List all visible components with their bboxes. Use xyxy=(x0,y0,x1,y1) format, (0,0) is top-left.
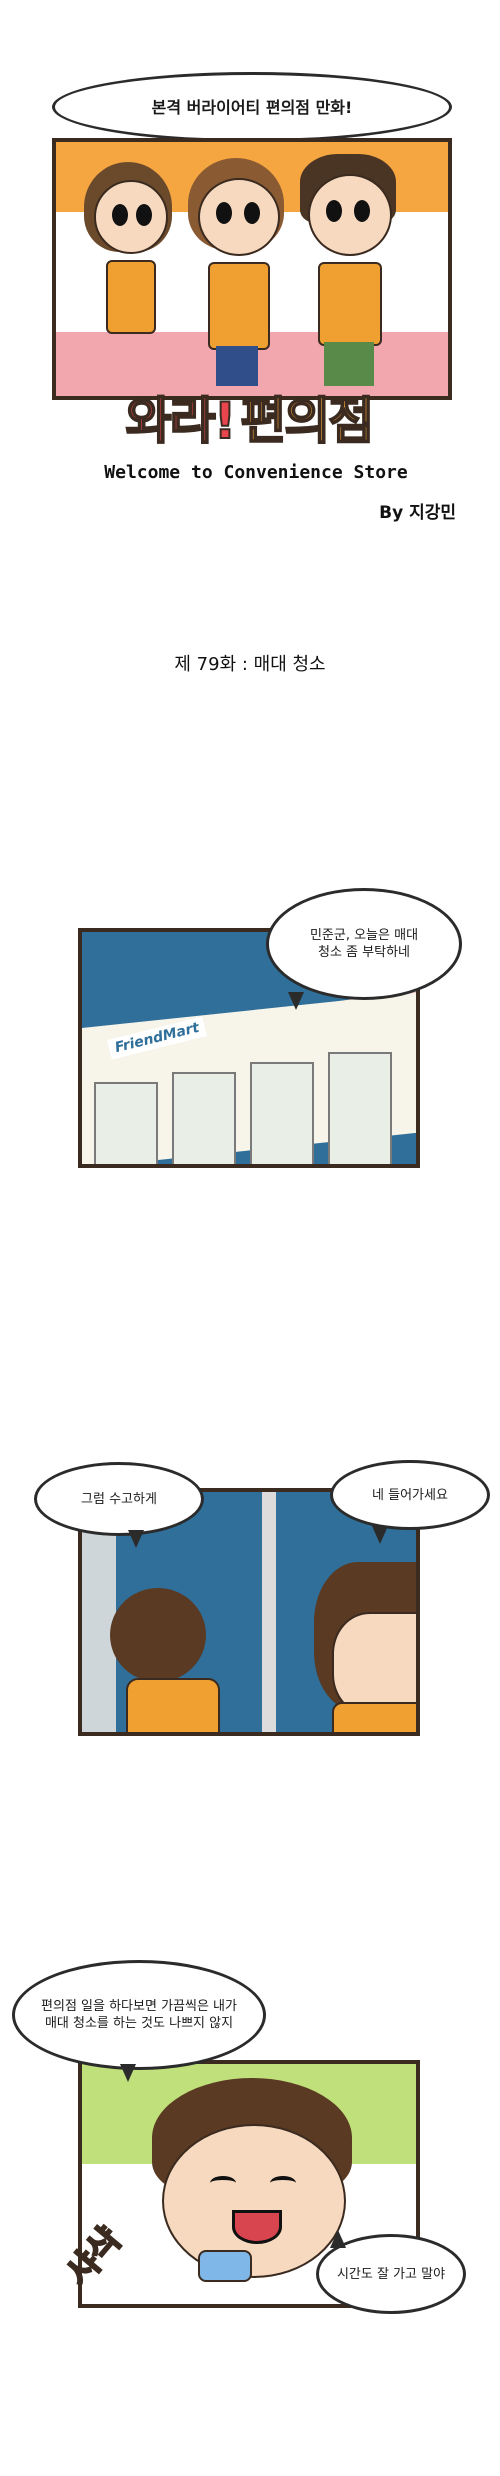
smiling-boy-mouth xyxy=(232,2210,282,2244)
character-boy-eye-right xyxy=(354,200,370,222)
character-boy-eye-left xyxy=(326,200,342,222)
character-center-eye-right xyxy=(244,202,260,224)
character-boy-apron xyxy=(318,262,382,346)
title-speech-bubble: 본격 버라이어티 편의점 만화! xyxy=(52,72,452,142)
title-bubble-text: 본격 버라이어티 편의점 만화! xyxy=(151,97,353,117)
boy-back-hair xyxy=(110,1588,206,1682)
panel2-right-text: 네 들어가세요 xyxy=(372,1487,448,1503)
panel1-bubble-text: 민준군, 오늘은 매대 청소 좀 부탁하네 xyxy=(309,928,419,960)
panel2-left-tail xyxy=(128,1530,144,1548)
panel3-top-tail xyxy=(120,2064,136,2082)
smiling-boy-eye-left xyxy=(210,2176,236,2190)
logo-part2: 편의점 xyxy=(239,391,375,451)
man-face xyxy=(332,1612,416,1716)
character-boy-legs xyxy=(324,342,374,386)
door-frame xyxy=(262,1492,276,1732)
store-window-1 xyxy=(94,1082,158,1164)
store-window-2 xyxy=(172,1072,236,1164)
store-window-4 xyxy=(328,1052,392,1164)
character-girl-eye-right xyxy=(136,204,152,226)
character-girl-face xyxy=(94,180,168,254)
panel2-left-bubble: 그럼 수고하게 xyxy=(34,1462,204,1536)
panel1-speech-bubble: 민준군, 오늘은 매대 청소 좀 부탁하네 xyxy=(266,888,462,1000)
character-girl-apron xyxy=(106,260,156,334)
character-center-apron xyxy=(208,262,270,350)
character-girl-eye-left xyxy=(112,204,128,226)
character-center-legs xyxy=(216,346,258,386)
character-boy-face xyxy=(308,174,392,256)
panel1-bubble-tail xyxy=(288,992,304,1010)
cover-art xyxy=(52,138,452,400)
panel2-right-tail xyxy=(372,1526,388,1544)
panel3-top-text: 편의점 일을 하다보면 가끔씩은 내가 매대 청소를 하는 것도 나쁘지 않지 xyxy=(41,1999,237,2031)
panel3-top-bubble: 편의점 일을 하다보면 가끔씩은 내가 매대 청소를 하는 것도 나쁘지 않지 xyxy=(12,1960,266,2070)
man-shirt xyxy=(332,1702,416,1732)
character-center-face xyxy=(198,178,280,256)
boy-back-shirt xyxy=(126,1678,220,1732)
panel2-left-text: 그럼 수고하게 xyxy=(81,1491,157,1507)
subtitle: Welcome to Convenience Store xyxy=(104,462,408,483)
cleaning-cloth xyxy=(198,2250,252,2282)
character-center-eye-left xyxy=(216,202,232,224)
logo-part1: 와라! xyxy=(125,391,238,451)
episode-title: 제 79화 : 매대 청소 xyxy=(174,654,326,675)
smiling-boy-eye-right xyxy=(270,2176,296,2190)
panel3-bottom-tail xyxy=(330,2230,346,2248)
store-window-3 xyxy=(250,1062,314,1164)
logo: 와라! 편의점 xyxy=(74,384,424,451)
panel3-bottom-text: 시간도 잘 가고 말야 xyxy=(336,2266,446,2282)
smiling-boy-face xyxy=(162,2124,346,2278)
byline: By 지강민 xyxy=(379,503,456,523)
panel2-right-bubble: 네 들어가세요 xyxy=(330,1460,490,1530)
